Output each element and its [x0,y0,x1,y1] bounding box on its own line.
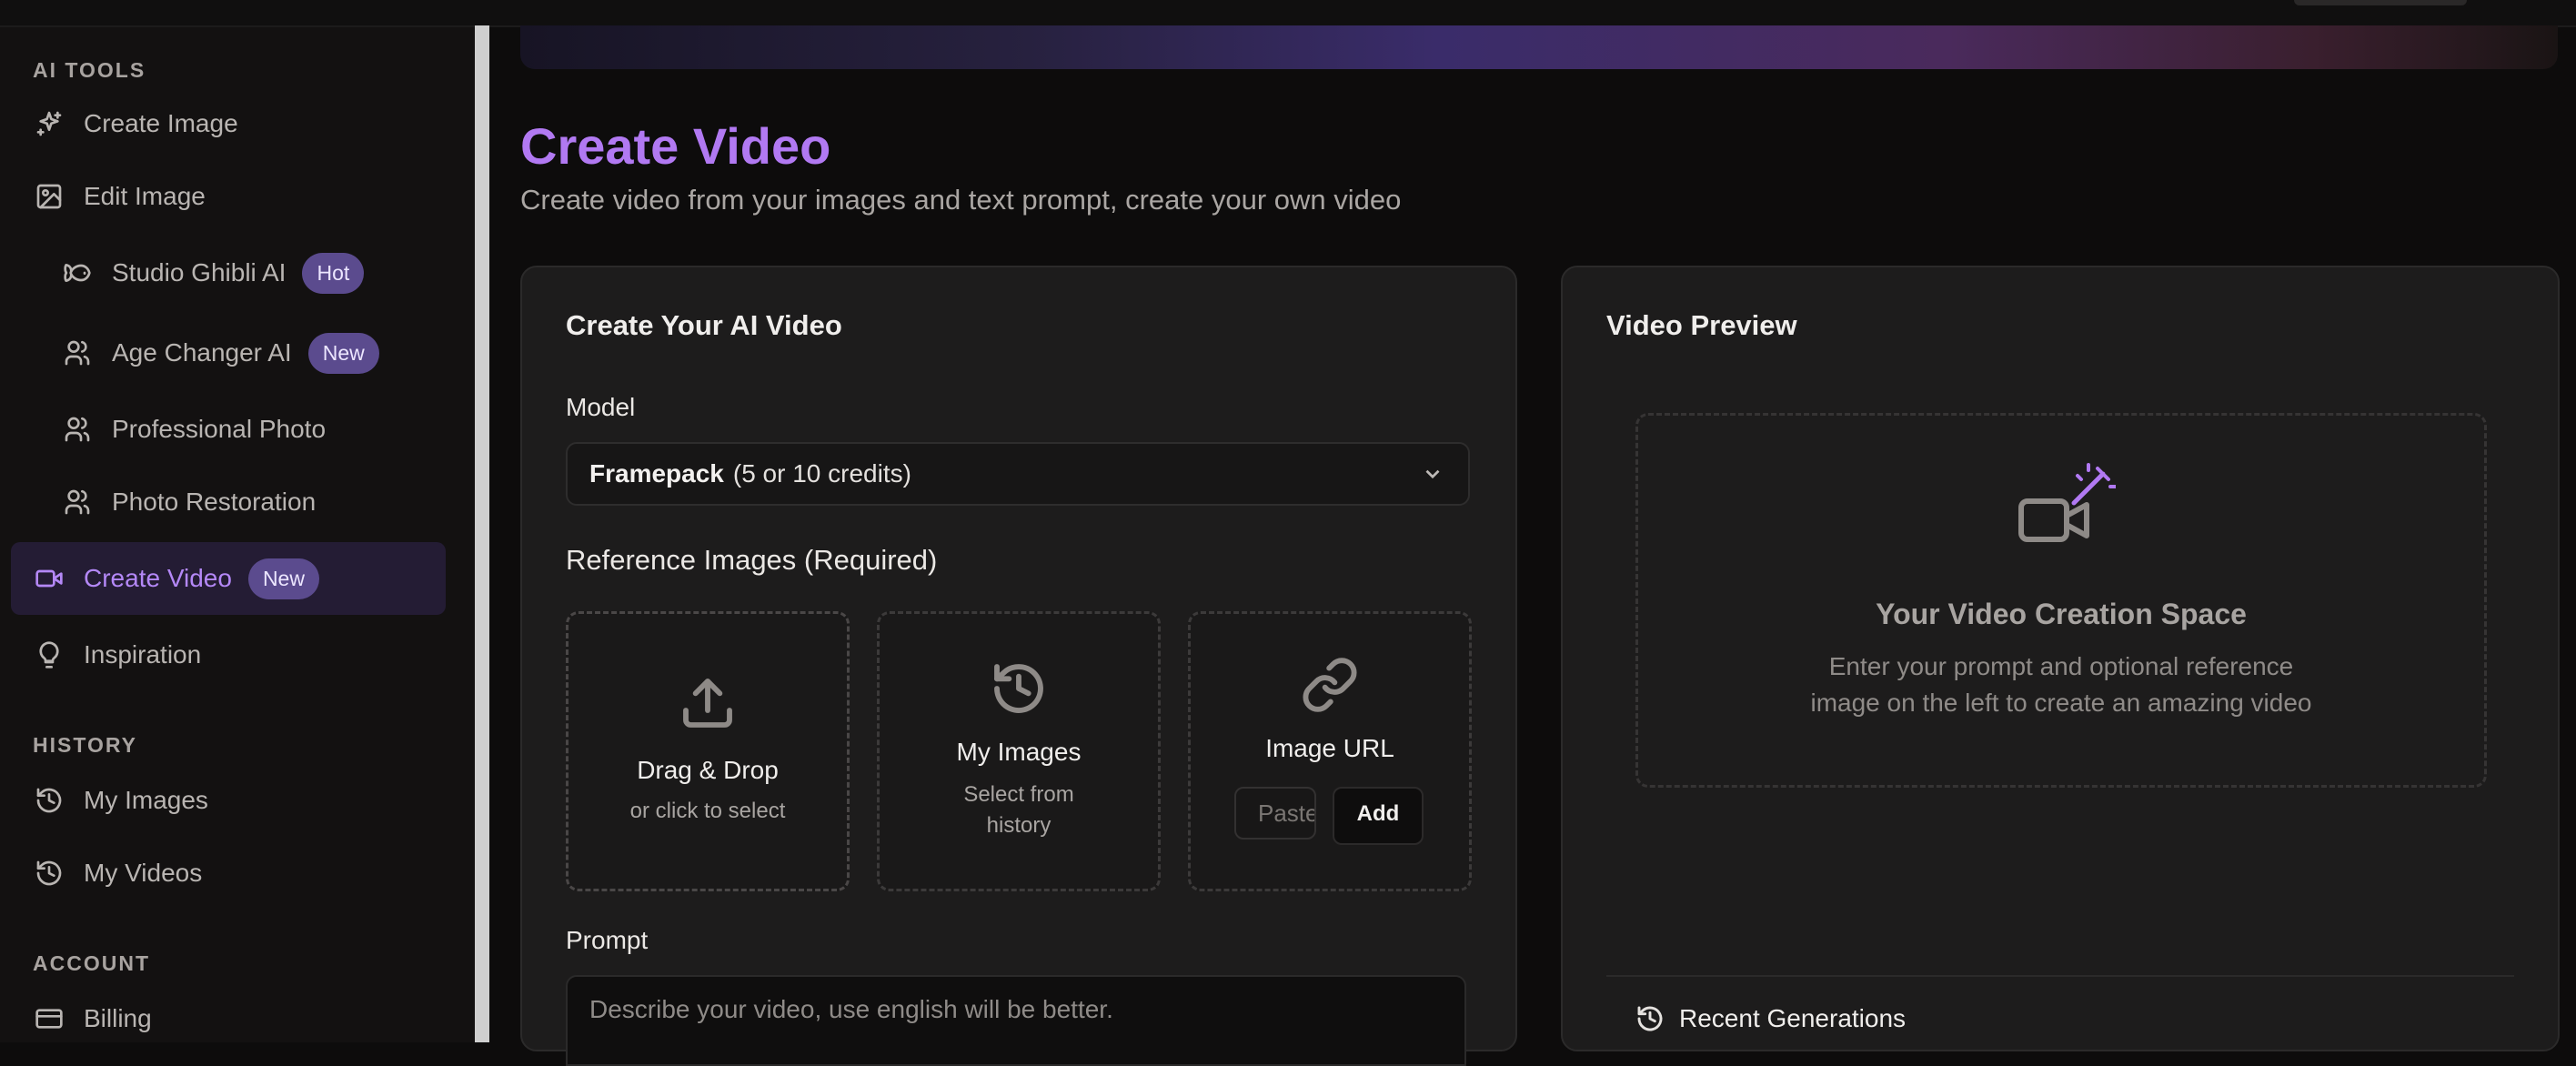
sidebar-item-label: Create Image [84,109,238,137]
sidebar: AI TOOLS Create Image Edit Image Studio … [0,27,475,1042]
new-badge: New [247,558,319,599]
prompt-textarea[interactable]: Describe your video, use english will be… [566,975,1466,1066]
create-video-card: Create Your AI Video Model Framepack (5 … [520,266,1517,1066]
recent-generations-header[interactable]: Recent Generations [1635,1004,1906,1033]
credit-card-icon [33,1002,65,1035]
users-icon [61,486,94,518]
users-icon [61,413,94,446]
drag-drop-title: Drag & Drop [637,756,779,784]
sidebar-item-label: Create Video [84,564,232,592]
history-icon [1637,1006,1663,1031]
video-icon [33,562,65,595]
page-subtitle: Create video from your images and text p… [520,184,1402,216]
history-icon [880,659,1158,718]
users-icon [61,337,94,369]
sidebar-item-label: Edit Image [84,182,206,210]
image-url-zone: Image URL Paste Add [1188,611,1472,891]
image-url-input[interactable]: Paste [1234,787,1316,840]
chevron-down-icon [1421,462,1444,486]
sidebar-item-inspiration[interactable]: Inspiration [11,620,446,689]
preview-empty-text: Enter your prompt and optional reference… [1810,652,2312,717]
drag-drop-zone[interactable]: Drag & Drop or click to select [566,611,850,891]
url-input-row: Paste Add [1234,787,1424,845]
fish-icon [61,256,94,289]
preview-empty-title: Your Video Creation Space [1876,598,2247,630]
video-wand-icon [2016,461,2118,561]
sidebar-item-edit-image[interactable]: Edit Image [11,162,446,231]
top-bar-button[interactable] [2294,0,2467,5]
sidebar-item-my-images[interactable]: My Images [11,766,446,835]
top-banner [520,25,2558,69]
sidebar-item-my-videos[interactable]: My Videos [11,839,446,908]
sidebar-item-label: Billing [84,1004,152,1032]
prompt-label: Prompt [566,926,649,954]
sidebar-scrollbar[interactable] [475,25,489,1042]
sidebar-item-label: My Videos [84,859,203,887]
preview-placeholder: Your Video Creation Space Enter your pro… [1635,413,2487,788]
sidebar-item-label: Professional Photo [112,415,327,443]
sidebar-item-billing[interactable]: Billing [11,984,446,1053]
card-title: Create Your AI Video [566,309,842,341]
history-icon [33,857,65,890]
section-label-history: HISTORY [33,733,137,757]
sidebar-item-photo-restoration[interactable]: Photo Restoration [11,468,446,537]
model-select[interactable]: Framepack (5 or 10 credits) [566,442,1470,506]
new-badge: New [307,332,379,374]
lightbulb-icon [33,639,65,671]
model-name: Framepack [589,459,724,488]
page-title: Create Video [520,117,831,175]
sidebar-item-create-image[interactable]: Create Image [11,89,446,158]
reference-images-label: Reference Images (Required) [566,544,938,576]
recent-generations-label: Recent Generations [1679,1004,1907,1032]
my-images-subtitle: Select from history [963,782,1074,838]
drag-drop-subtitle: or click to select [629,799,786,823]
top-bar [0,0,2576,27]
divider [1606,975,2514,977]
hot-badge: Hot [302,252,365,294]
history-icon [33,784,65,817]
model-label: Model [566,393,636,421]
sidebar-item-label: Studio Ghibli AI [112,258,287,287]
image-url-title: Image URL [1265,734,1394,762]
sidebar-item-create-video[interactable]: Create Video New [11,542,446,615]
video-preview-card: Video Preview Your Video Creation Space … [1561,266,2560,1051]
link-icon [1191,656,1469,714]
sidebar-item-age-changer[interactable]: Age Changer AI New [11,318,446,387]
my-images-title: My Images [956,738,1082,766]
preview-title: Video Preview [1606,309,1797,341]
sidebar-item-label: Age Changer AI [112,338,292,367]
add-url-button[interactable]: Add [1333,787,1424,845]
image-icon [33,180,65,213]
sidebar-item-label: Inspiration [84,640,202,669]
sidebar-item-studio-ghibli[interactable]: Studio Ghibli AI Hot [11,238,446,307]
section-label-account: ACCOUNT [33,951,150,975]
upload-icon [569,674,847,732]
sidebar-item-label: My Images [84,786,208,814]
my-images-picker[interactable]: My Images Select from history [877,611,1161,891]
sparkles-icon [33,107,65,140]
section-label-ai-tools: AI TOOLS [33,58,146,82]
model-credits: (5 or 10 credits) [732,459,911,488]
sidebar-item-label: Photo Restoration [112,488,317,516]
sidebar-item-professional-photo[interactable]: Professional Photo [11,395,446,464]
